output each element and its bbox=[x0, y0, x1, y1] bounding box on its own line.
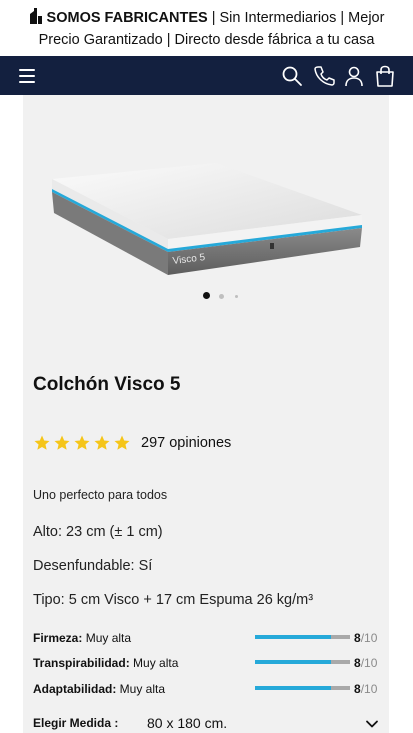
attribute-bar-fill bbox=[255, 686, 331, 690]
attribute-score: 8/10 bbox=[354, 656, 378, 670]
size-selector[interactable]: Elegir Medida : 80 x 180 cm. bbox=[33, 715, 379, 733]
product-card: Visco 5 Colchón Visco 5 297 opiniones Un… bbox=[23, 95, 389, 733]
attribute-score: 8/10 bbox=[354, 682, 378, 696]
promo-banner: SOMOS FABRICANTES | Sin Intermediarios |… bbox=[0, 0, 413, 56]
star-icon bbox=[94, 435, 110, 450]
attribute-score: 8/10 bbox=[354, 631, 378, 645]
attribute-breathability: Transpirabilidad: Muy alta 8/10 bbox=[33, 654, 379, 672]
size-selector-label: Elegir Medida : bbox=[33, 716, 119, 730]
search-icon[interactable] bbox=[281, 65, 303, 87]
star-icon bbox=[74, 435, 90, 450]
carousel-dot[interactable] bbox=[235, 294, 238, 298]
attribute-bar-fill bbox=[255, 635, 331, 639]
attribute-bar bbox=[255, 635, 350, 639]
promo-bold-text: SOMOS FABRICANTES bbox=[46, 10, 208, 26]
top-navbar bbox=[0, 56, 413, 95]
rating-row[interactable]: 297 opiniones bbox=[33, 432, 231, 454]
promo-text-line2: Precio Garantizado | Directo desde fábri… bbox=[38, 32, 375, 48]
promo-text-line1: | Sin Intermediarios | Mejor bbox=[207, 10, 385, 26]
user-icon[interactable] bbox=[343, 65, 365, 87]
attribute-label: Adaptabilidad: Muy alta bbox=[33, 682, 166, 696]
mattress-image[interactable]: Visco 5 bbox=[48, 157, 368, 282]
spec-type: Tipo: 5 cm Visco + 17 cm Espuma 26 kg/m³ bbox=[33, 592, 314, 608]
spec-height: Alto: 23 cm (± 1 cm) bbox=[33, 524, 163, 540]
carousel-dot[interactable] bbox=[219, 293, 224, 299]
attribute-bar bbox=[255, 660, 350, 664]
attribute-label: Firmeza: Muy alta bbox=[33, 631, 132, 645]
spec-removable-cover: Desenfundable: Sí bbox=[33, 558, 153, 574]
star-icon bbox=[34, 435, 50, 450]
product-title: Colchón Visco 5 bbox=[33, 374, 181, 395]
size-selector-value[interactable]: 80 x 180 cm. bbox=[147, 715, 227, 731]
factory-icon bbox=[29, 8, 43, 30]
attribute-firmness: Firmeza: Muy alta 8/10 bbox=[33, 629, 379, 647]
shopping-bag-icon[interactable] bbox=[374, 65, 396, 87]
product-subtitle: Uno perfecto para todos bbox=[33, 488, 168, 502]
opinions-count[interactable]: 297 opiniones bbox=[141, 435, 231, 451]
carousel-dot-active[interactable] bbox=[203, 292, 210, 299]
star-rating bbox=[33, 434, 131, 452]
attribute-bar bbox=[255, 686, 350, 690]
phone-icon[interactable] bbox=[313, 65, 335, 87]
attribute-adaptability: Adaptabilidad: Muy alta 8/10 bbox=[33, 680, 379, 698]
star-icon bbox=[54, 435, 70, 450]
hamburger-menu-icon[interactable] bbox=[18, 65, 40, 87]
attribute-label: Transpirabilidad: Muy alta bbox=[33, 656, 179, 670]
attribute-bar-fill bbox=[255, 660, 331, 664]
chevron-down-icon[interactable] bbox=[365, 717, 379, 731]
star-icon bbox=[114, 435, 130, 450]
